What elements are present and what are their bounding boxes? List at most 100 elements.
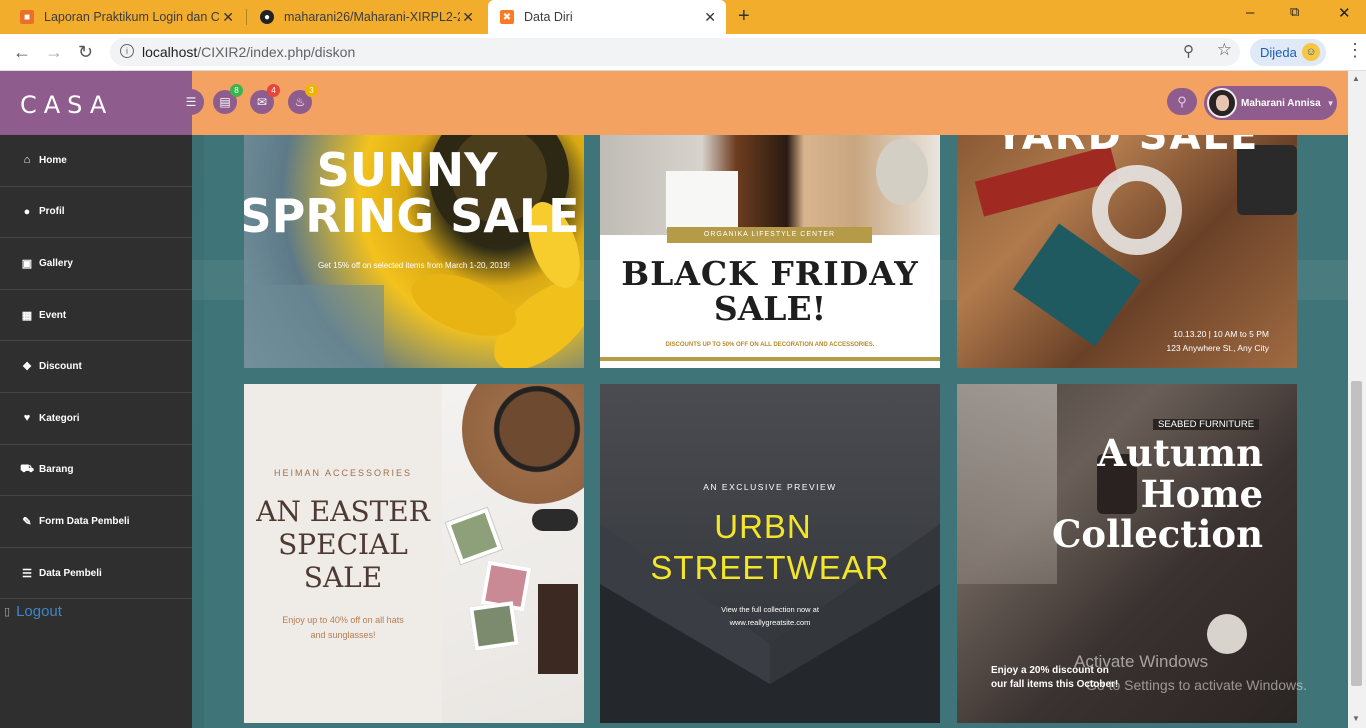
sidebar-item-profil[interactable]: ● Profil: [0, 187, 192, 239]
xampp-icon: ✖: [500, 10, 514, 24]
card-top-label: AN EXCLUSIVE PREVIEW: [703, 482, 837, 492]
close-icon[interactable]: ✕: [222, 9, 234, 26]
cart-icon: ⛟: [20, 462, 34, 475]
sidebar-item-label: Home: [39, 154, 67, 166]
event-date: 10.13.20 | 10 AM to 5 PM: [1173, 329, 1269, 339]
ampersand-image: [1092, 165, 1182, 255]
github-icon: ●: [260, 10, 274, 24]
hat-photo: [442, 384, 584, 723]
user-menu[interactable]: Maharani Annisa ▼: [1204, 86, 1337, 120]
brand-label: HEIMAN ACCESSORIES: [273, 468, 413, 478]
gift-icon: ▦: [21, 309, 33, 322]
stone-image: [876, 139, 928, 205]
search-icon[interactable]: ⚲: [1167, 88, 1197, 115]
notebook-image: [666, 171, 738, 229]
page-scrollbar[interactable]: ▲ ▼: [1348, 71, 1366, 728]
sidebar-item-label: Form Data Pembeli: [39, 515, 130, 527]
tab-title: Data Diri: [524, 10, 573, 24]
tab-title: Laporan Praktikum Login dan CR: [44, 10, 220, 24]
promo-card-autumn[interactable]: SEABED FURNITURE Autumn Home Collection …: [957, 384, 1297, 723]
card-title: URBN STREETWEAR: [650, 508, 890, 587]
tasks-icon[interactable]: ▤ 8: [213, 84, 243, 114]
sidebar-item-barang[interactable]: ⛟ Barang: [0, 445, 192, 497]
sidebar-item-data-pembeli[interactable]: ☰ Data Pembeli: [0, 548, 192, 600]
sidebar-item-home[interactable]: ⌂ Home: [0, 135, 192, 187]
avatar: [1207, 88, 1237, 118]
minimize-icon[interactable]: –: [1246, 4, 1254, 21]
card-subtitle: Get 15% off on selected items from March…: [318, 261, 510, 270]
card-title: AN EASTER SPECIAL SALE: [256, 495, 430, 594]
main-content: SUNNY SPRING SALE Get 15% off on selecte…: [192, 135, 1348, 728]
event-address: 123 Anywhere St., Any City: [1166, 343, 1269, 353]
clock-image: [1207, 614, 1247, 654]
card-title: Autumn Home Collection: [1051, 431, 1263, 557]
promo-card-yard-sale[interactable]: YARD SALE 10.13.20 | 10 AM to 5 PM 123 A…: [957, 135, 1297, 368]
messages-badge: 4: [267, 84, 280, 97]
profile-button[interactable]: Dijeda ☺: [1250, 39, 1326, 66]
bookmark-star-icon[interactable]: ☆: [1217, 40, 1232, 60]
card-subtitle: DISCOUNTS UP TO 50% OFF ON ALL DECORATIO…: [665, 342, 875, 348]
close-icon[interactable]: ✕: [704, 9, 716, 26]
hat-image: [462, 384, 584, 504]
info-icon[interactable]: i: [120, 44, 134, 58]
mail-icon[interactable]: ✉ 4: [250, 84, 280, 114]
logout-label: Logout: [16, 603, 62, 621]
user-name: Maharani Annisa: [1241, 97, 1321, 109]
zoom-icon[interactable]: ⚲: [1183, 42, 1194, 60]
browser-tab-bar: ■ Laporan Praktikum Login dan CR ✕ ● mah…: [0, 0, 1366, 34]
forward-icon[interactable]: →: [45, 42, 63, 63]
card-title: BLACK FRIDAY SALE!: [621, 254, 919, 328]
scrollbar-thumb[interactable]: [1351, 381, 1362, 686]
gold-bar: [600, 357, 940, 361]
browser-menu-icon[interactable]: ⋮: [1346, 40, 1364, 61]
menu-toggle-icon[interactable]: ☰: [178, 89, 204, 115]
sunglasses-image: [532, 509, 578, 531]
photo-print-1: [445, 507, 503, 565]
promo-card-easter[interactable]: HEIMAN ACCESSORIES AN EASTER SPECIAL SAL…: [244, 384, 584, 723]
sidebar-item-label: Barang: [39, 464, 74, 476]
sidebar-item-label: Profil: [39, 206, 65, 218]
sidebar-item-label: Event: [39, 309, 67, 321]
desk-photo: [600, 135, 940, 235]
sidebar-item-kategori[interactable]: ♥ Kategori: [0, 393, 192, 445]
document-icon: ■: [20, 10, 34, 24]
close-icon[interactable]: ✕: [462, 9, 474, 26]
url-input[interactable]: i localhost/CIXIR2/index.php/diskon ⚲ ☆: [110, 38, 1240, 66]
scroll-up-icon[interactable]: ▲: [1352, 74, 1360, 83]
bell-icon[interactable]: ♨ 3: [288, 84, 318, 114]
sidebar-item-gallery[interactable]: ▣ Gallery: [0, 238, 192, 290]
browser-tab-3[interactable]: ✖ Data Diri ✕: [488, 0, 726, 34]
promo-card-urbn[interactable]: AN EXCLUSIVE PREVIEW URBN STREETWEAR Vie…: [600, 384, 940, 723]
promo-card-sunny-spring[interactable]: SUNNY SPRING SALE Get 15% off on selecte…: [244, 135, 584, 368]
wallet-image: [538, 584, 578, 674]
pencil-icon: ✎: [22, 515, 32, 528]
sidebar-item-discount[interactable]: ❖ Discount: [0, 341, 192, 393]
browser-tab-1[interactable]: ■ Laporan Praktikum Login dan CR ✕: [8, 0, 244, 34]
tags-icon: ❖: [22, 361, 32, 374]
logout-link[interactable]: ▯ Logout: [0, 599, 192, 620]
photo-print-3: [469, 601, 519, 651]
promo-card-black-friday[interactable]: ORGANIKA LIFESTYLE CENTER BLACK FRIDAY S…: [600, 135, 940, 368]
heart-icon: ♥: [23, 412, 31, 425]
activation-watermark-sub: Go to Settings to activate Windows.: [1086, 677, 1307, 693]
card-title: YARD SALE: [994, 135, 1260, 159]
home-icon: ⌂: [23, 154, 31, 167]
top-navbar: ☰ ▤ 8 ✉ 4 ♨ 3 ⚲ Maharani Annisa ▼: [178, 71, 1348, 135]
user-icon: ●: [23, 205, 31, 218]
window-close-icon[interactable]: ✕: [1338, 4, 1351, 22]
profile-label: Dijeda: [1260, 45, 1297, 60]
restore-icon[interactable]: ⧉: [1290, 4, 1299, 20]
sidebar-item-form-data-pembeli[interactable]: ✎ Form Data Pembeli: [0, 496, 192, 548]
notifications-badge: 3: [305, 84, 318, 97]
new-tab-icon[interactable]: +: [738, 5, 750, 28]
tasks-badge: 8: [230, 84, 243, 97]
activation-watermark: Activate Windows: [1074, 652, 1209, 671]
sidebar-item-event[interactable]: ▦ Event: [0, 290, 192, 342]
phone-icon: ▯: [4, 606, 11, 619]
scroll-down-icon[interactable]: ▼: [1352, 714, 1360, 723]
url-text: localhost/CIXIR2/index.php/diskon: [142, 44, 356, 60]
brand-logo[interactable]: CASA: [0, 71, 192, 135]
browser-tab-2[interactable]: ● maharani26/Maharani-XIRPL2-22 ✕: [248, 0, 484, 34]
back-icon[interactable]: ←: [13, 42, 31, 63]
reload-icon[interactable]: ↻: [78, 42, 93, 63]
